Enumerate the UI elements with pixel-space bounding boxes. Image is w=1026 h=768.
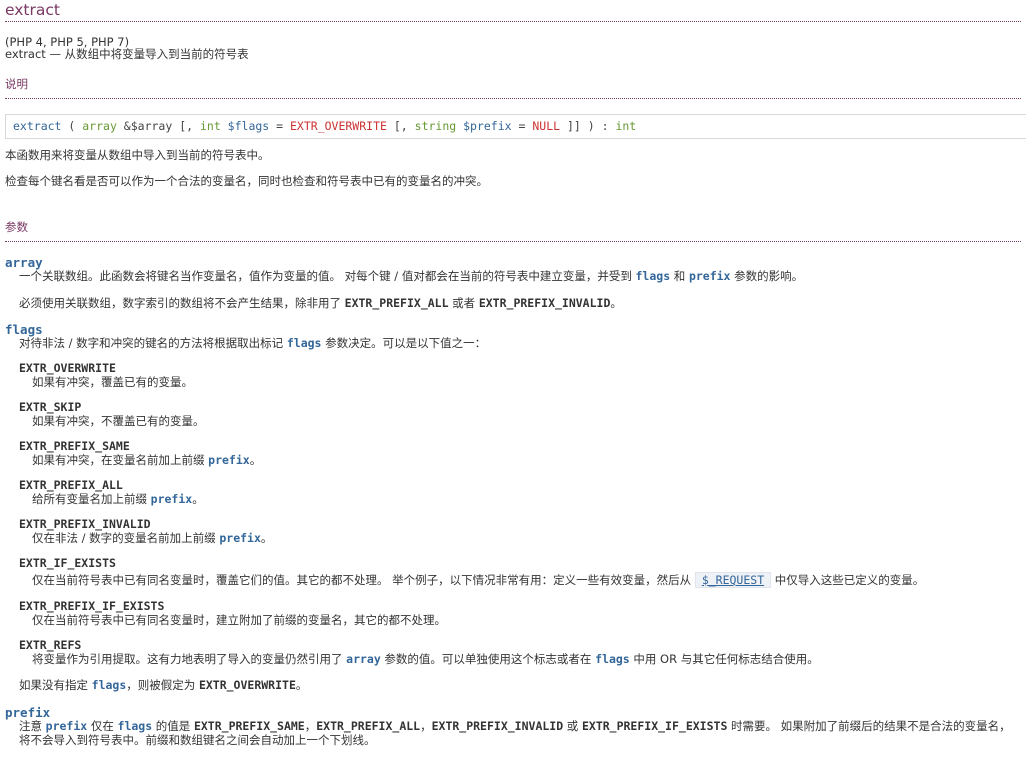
- flag-desc-refs: 将变量作为引用提取。这有力地表明了导入的变量仍然引用了 array 参数的值。可…: [5, 652, 1021, 666]
- param-ref-prefix[interactable]: prefix: [151, 492, 193, 506]
- desc-text: 将变量作为引用提取。这有力地表明了导入的变量仍然引用了: [32, 652, 347, 666]
- synopsis-return-type: int: [615, 119, 637, 133]
- flag-term-prefix-all: EXTR_PREFIX_ALL: [19, 478, 123, 492]
- synopsis-eq: =: [269, 119, 290, 133]
- constant-ref: EXTR_PREFIX_SAME: [193, 719, 305, 733]
- synopsis-function-name: extract: [13, 119, 62, 133]
- desc-text: 如果有冲突，在变量名前加上前缀: [32, 453, 209, 467]
- param-term-prefix: prefix: [5, 705, 51, 720]
- param-ref-flags[interactable]: flags: [595, 652, 630, 666]
- description-paragraph: 检查每个键名看是否可以作为一个合法的变量名，同时也检查和符号表中已有的变量名的冲…: [5, 174, 488, 188]
- constant-ref: EXTR_PREFIX_INVALID: [431, 719, 564, 733]
- constant-ref: EXTR_PREFIX_ALL: [344, 296, 449, 310]
- synopsis-eq: =: [511, 119, 533, 133]
- param-ref-flags[interactable]: flags: [287, 336, 322, 350]
- param-ref-flags[interactable]: flags: [118, 719, 153, 733]
- synopsis-bracket: [,: [386, 119, 415, 133]
- param-ref-flags[interactable]: flags: [636, 269, 671, 283]
- desc-text: 仅在: [87, 719, 118, 733]
- flag-term-overwrite: EXTR_OVERWRITE: [19, 361, 116, 375]
- param-ref-prefix[interactable]: prefix: [208, 453, 250, 467]
- ref-purpose: extract — 从数组中将变量导入到当前的符号表: [5, 47, 249, 61]
- page: extract (PHP 4, PHP 5, PHP 7) extract — …: [0, 0, 1026, 747]
- synopsis-closing: ]] ) :: [560, 119, 616, 133]
- desc-text: 参数决定。可以是以下值之一：: [321, 336, 487, 350]
- param-desc-array: 一个关联数组。此函数会将键名当作变量名，值作为变量的值。 对每个键 / 值对都会…: [5, 269, 1021, 283]
- flag-desc-prefix-same: 如果有冲突，在变量名前加上前缀 prefix。: [5, 453, 1021, 467]
- desc-text: 和: [670, 269, 689, 283]
- section-heading-description: 说明: [5, 76, 1021, 99]
- constant-ref: EXTR_PREFIX_ALL: [316, 719, 421, 733]
- desc-text: 参数的值。可以单独使用这个标志或者在: [380, 652, 596, 666]
- flag-term-prefix-if-exists: EXTR_PREFIX_IF_EXISTS: [19, 599, 165, 613]
- flag-desc-prefix-all: 给所有变量名加上前缀 prefix。: [5, 492, 1021, 506]
- param-ref-prefix[interactable]: prefix: [689, 269, 731, 283]
- desc-text: 一个关联数组。此函数会将键名当作变量名，值作为变量的值。 对每个键 / 值对都会…: [19, 269, 636, 283]
- desc-text: 。: [260, 531, 273, 545]
- flag-term-skip: EXTR_SKIP: [19, 400, 82, 414]
- desc-text: 的值是: [152, 719, 194, 733]
- flag-desc-prefix-if-exists: 仅在当前符号表中已有同名变量时，建立附加了前缀的变量名，其它的都不处理。: [32, 613, 446, 627]
- desc-text: 或者: [448, 296, 479, 310]
- synopsis-flags-var: $flags: [220, 119, 270, 133]
- param-desc-flags: 对待非法 / 数字和冲突的键名的方法将根据取出标记 flags 参数决定。可以是…: [5, 336, 1021, 350]
- param-desc-prefix: 注意 prefix 仅在 flags 的值是 EXTR_PREFIX_SAME，…: [5, 719, 1021, 747]
- desc-text: 对待非法 / 数字和冲突的键名的方法将根据取出标记: [19, 336, 287, 350]
- desc-text: 。: [295, 678, 308, 692]
- flag-term-refs: EXTR_REFS: [19, 638, 82, 652]
- param-term-array: array: [5, 255, 43, 270]
- desc-text: 必须使用关联数组，数字索引的数组将不会产生结果，除非用了: [19, 296, 345, 310]
- synopsis-array-var: &$array: [116, 119, 173, 133]
- param-ref-prefix[interactable]: prefix: [46, 719, 88, 733]
- section-heading-parameters: 参数: [5, 219, 1021, 242]
- desc-text: 如果没有指定: [19, 678, 92, 692]
- synopsis-type-array: array: [82, 119, 117, 133]
- desc-text: 注意: [19, 719, 46, 733]
- desc-text: 给所有变量名加上前缀: [32, 492, 151, 506]
- synopsis-paren: (: [61, 119, 83, 133]
- flags-default-note: 如果没有指定 flags，则被假定为 EXTR_OVERWRITE。: [5, 678, 1021, 692]
- param-ref-flags[interactable]: flags: [92, 678, 127, 692]
- flag-desc-prefix-invalid: 仅在非法 / 数字的变量名前加上前缀 prefix。: [5, 531, 1021, 545]
- constant-ref: EXTR_PREFIX_INVALID: [478, 296, 611, 310]
- param-term-flags: flags: [5, 322, 43, 337]
- flag-term-prefix-same: EXTR_PREFIX_SAME: [19, 439, 130, 453]
- flag-term-prefix-invalid: EXTR_PREFIX_INVALID: [19, 517, 151, 531]
- synopsis-const-null: NULL: [532, 119, 561, 133]
- desc-text: 。: [192, 492, 204, 506]
- desc-text: 仅在非法 / 数字的变量名前加上前缀: [32, 531, 220, 545]
- desc-text: 。: [249, 453, 262, 467]
- flag-desc-if-exists: 仅在当前符号表中已有同名变量时，覆盖它们的值。其它的都不处理。 举个例子，以下情…: [5, 572, 1021, 588]
- synopsis-bracket: [,: [172, 119, 200, 133]
- desc-text: 中用 OR 与其它任何标志结合使用。: [629, 652, 819, 666]
- constant-ref: EXTR_PREFIX_IF_EXISTS: [581, 719, 728, 733]
- flag-desc-overwrite: 如果有冲突，覆盖已有的变量。: [32, 375, 193, 389]
- desc-text: 仅在当前符号表中已有同名变量时，覆盖它们的值。其它的都不处理。 举个例子，以下情…: [32, 573, 695, 587]
- desc-text: ，则被假定为: [126, 678, 199, 692]
- synopsis-type-int: int: [199, 119, 221, 133]
- param-desc-array-note: 必须使用关联数组，数字索引的数组将不会产生结果，除非用了 EXTR_PREFIX…: [5, 296, 1021, 310]
- request-superglobal-link[interactable]: $_REQUEST: [694, 572, 772, 588]
- desc-text: 中仅导入这些已定义的变量。: [771, 573, 925, 587]
- synopsis-prefix-var: $prefix: [456, 119, 512, 133]
- param-ref-array[interactable]: array: [346, 652, 381, 666]
- param-ref-prefix[interactable]: prefix: [219, 531, 261, 545]
- flag-term-if-exists: EXTR_IF_EXISTS: [19, 556, 116, 570]
- synopsis-const-overwrite: EXTR_OVERWRITE: [290, 119, 387, 133]
- desc-text: 参数的影响。: [730, 269, 804, 283]
- desc-text: ，: [304, 719, 317, 733]
- method-synopsis: extract ( array &$array [, int $flags = …: [5, 114, 1026, 139]
- desc-text: 。: [610, 296, 622, 310]
- page-title: extract: [5, 0, 1021, 22]
- desc-text: 或: [563, 719, 582, 733]
- synopsis-type-string: string: [414, 119, 457, 133]
- constant-ref: EXTR_OVERWRITE: [198, 678, 296, 692]
- description-paragraph: 本函数用来将变量从数组中导入到当前的符号表中。: [5, 148, 270, 162]
- desc-text: ，: [420, 719, 432, 733]
- flag-desc-skip: 如果有冲突，不覆盖已有的变量。: [32, 414, 205, 428]
